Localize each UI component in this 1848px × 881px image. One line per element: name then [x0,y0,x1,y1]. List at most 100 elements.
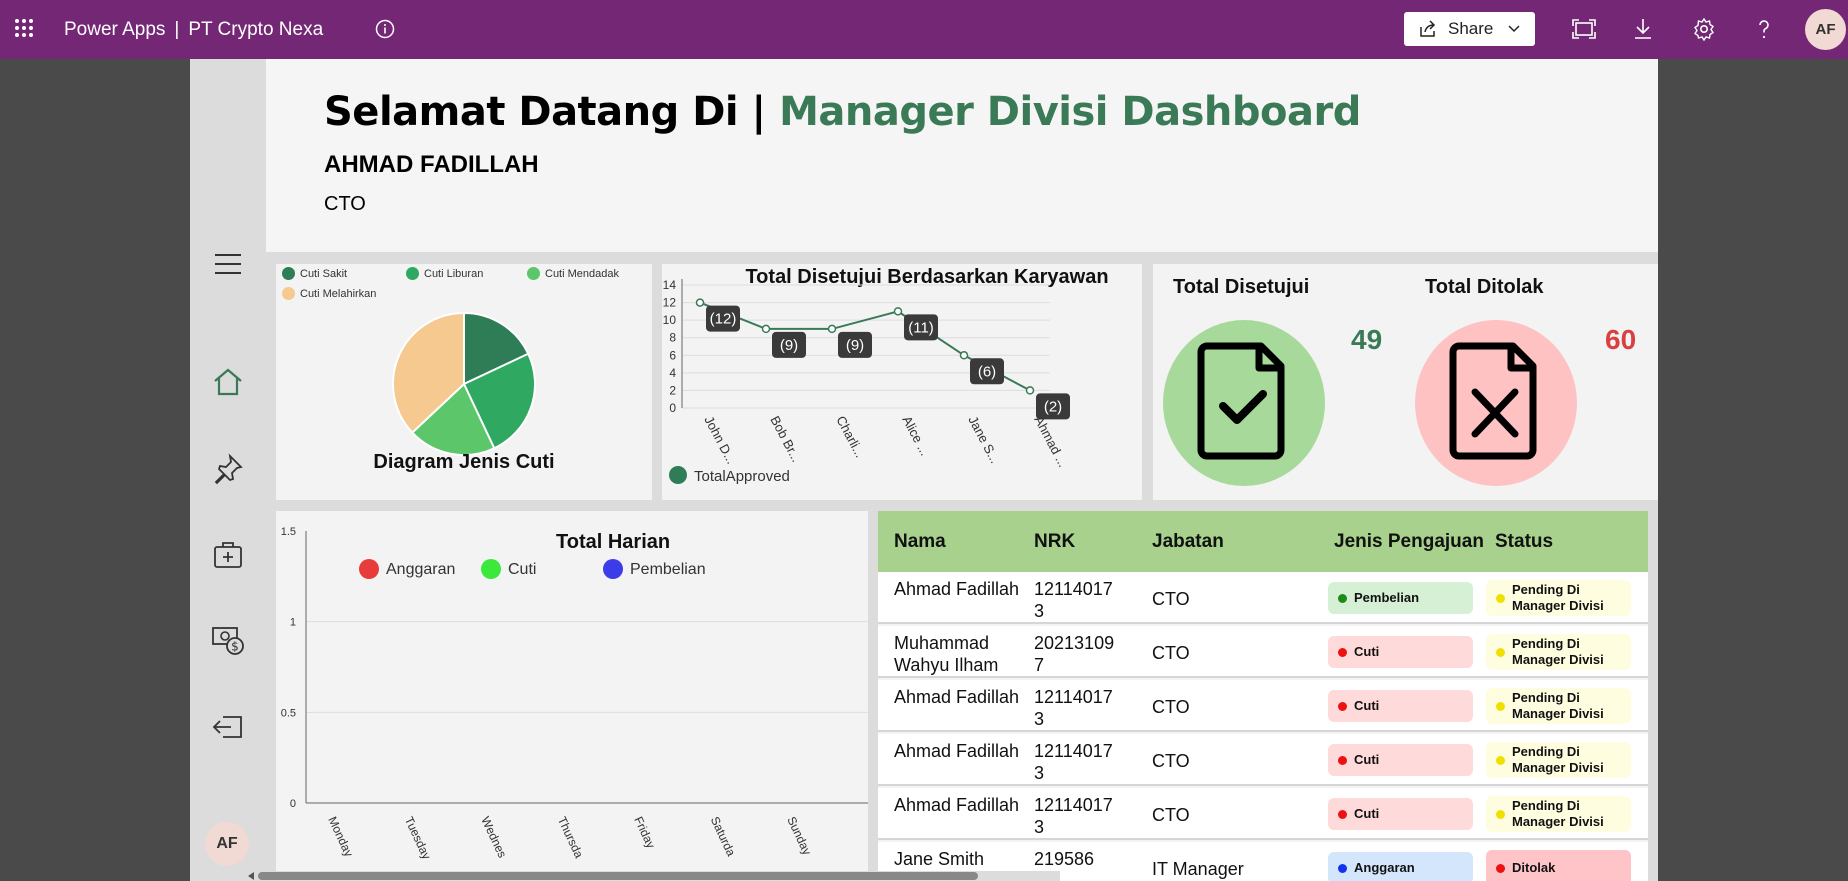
col-jenis: Jenis Pengajuan [1334,531,1484,552]
sidebar-avatar[interactable]: AF [205,822,249,866]
data-label: (6) [978,363,996,380]
app-name: Power Apps [64,19,166,40]
fit-screen-icon[interactable] [1572,17,1596,41]
badge-dot [1496,810,1505,819]
data-label: (11) [908,319,934,336]
legend-dot [603,559,623,579]
cell-nama: Ahmad Fadillah [894,795,1020,815]
menu-icon[interactable] [211,247,245,281]
status-badge: Pending Di Manager Divisi [1486,796,1631,832]
logout-icon[interactable] [211,710,245,744]
table-header: Nama NRK Jabatan Jenis Pengajuan Status [878,511,1648,572]
cell-nama: Jane Smith [894,849,985,869]
table-row[interactable]: Ahmad Fadillah 12114017 3 CTO Cuti Pending D… [878,680,1648,732]
pin-icon[interactable] [211,452,245,486]
y-tick-label: 0 [669,401,676,415]
cell-jabatan: CTO [1152,589,1190,609]
company-name: PT Crypto Nexa [188,19,324,40]
title-separator: | [174,19,180,40]
jenis-badge: Pembelian [1328,582,1473,614]
horizontal-scrollbar[interactable] [190,871,1060,881]
badge-dot [1338,864,1347,873]
rejected-total-label: Total Ditolak [1425,276,1544,298]
jenis-badge: Cuti [1328,636,1473,668]
pie-title: Diagram Jenis Cuti [373,451,555,473]
y-tick-label: 14 [663,278,677,292]
badge-dot [1338,810,1347,819]
table-row[interactable]: Ahmad Fadillah 12114017 3 CTO Pembelian Pend… [878,572,1648,624]
info-icon[interactable] [375,19,395,39]
badge-dot [1338,702,1347,711]
file-x-icon [1449,342,1537,460]
gear-icon[interactable] [1692,17,1716,41]
sidebar: $ AF [190,59,266,881]
table-row[interactable]: Ahmad Fadillah 12114017 3 CTO Cuti Pending D… [878,734,1648,786]
badge-label: Pending Di Manager Divisi [1512,582,1604,613]
y-tick-label: 8 [669,331,676,345]
legend-dot [481,559,501,579]
x-tick-label: Saturda [708,814,739,858]
jenis-badge: Cuti [1328,690,1473,722]
badge-label: Anggaran [1354,860,1415,875]
cell-nrk: 12114017 3 [1034,687,1113,729]
x-tick-label: Bob Br... [767,413,804,464]
badge-label: Cuti [1354,752,1380,767]
download-icon[interactable] [1631,17,1655,41]
cell-nama: Ahmad Fadillah [894,579,1020,599]
badge-label: Cuti [1354,806,1380,821]
x-tick-label: Sunday [784,814,814,857]
help-icon[interactable] [1752,17,1776,41]
cell-jabatan: CTO [1152,805,1190,825]
legend-dot [359,559,379,579]
app-topbar: Power Apps | PT Crypto Nexa Share AF [0,0,1848,59]
badge-label: Pending Di Manager Divisi [1512,798,1604,829]
badge-dot [1496,756,1505,765]
status-badge: Pending Di Manager Divisi [1486,634,1631,670]
jenis-badge: Cuti [1328,798,1473,830]
table-row[interactable]: Ahmad Fadillah 12114017 3 CTO Cuti Pending D… [878,788,1648,840]
badge-dot [1496,864,1505,873]
cell-nama: Muhammad Wahyu Ilham [894,633,999,675]
daily-chart: 0 0.5 1 1.5 Anggaran Cuti Pembelian Monday Tuesd… [281,526,868,862]
data-label: (9) [846,337,864,354]
x-tick-label: Thursda [555,814,586,860]
approved-circle [1163,320,1325,486]
approved-by-employee-card: Total Disetujui Berdasarkan Karyawan 024… [662,264,1142,500]
x-tick-label: Friday [631,814,658,850]
data-label: (2) [1044,398,1062,415]
totals-card: Total Disetujui Total Ditolak 49 60 [1153,264,1658,500]
approved-total-value: 49 [1351,324,1383,355]
legend-label: TotalApproved [694,468,790,485]
status-badge: Pending Di Manager Divisi [1486,580,1631,616]
cell-nrk: 12114017 3 [1034,579,1113,621]
y-tick-label: 10 [663,313,677,327]
badge-dot [1496,648,1505,657]
welcome-highlight: Manager Divisi Dashboard [779,89,1361,135]
jenis-badge: Cuti [1328,744,1473,776]
user-avatar[interactable]: AF [1805,9,1846,50]
data-point [695,298,705,307]
badge-dot [1496,702,1505,711]
cell-jabatan: CTO [1152,643,1190,663]
cell-nrk: 219586 [1034,849,1095,869]
data-label: (12) [710,311,737,328]
share-button[interactable]: Share [1404,12,1535,46]
x-tick-label: Tuesday [402,814,434,861]
data-point [761,324,771,334]
money-icon[interactable]: $ [211,622,245,656]
app-title: Power Apps | PT Crypto Nexa [64,19,323,41]
leave-type-pie-card: Cuti Sakit Cuti Liburan Cuti Mendadak Cu… [276,264,652,500]
x-tick-label: Wednes [478,814,509,860]
col-status: Status [1495,531,1554,552]
y-tick-label: 1 [290,617,296,629]
cell-nrk: 12114017 3 [1034,795,1113,837]
app-launcher-icon[interactable] [14,18,34,38]
cell-jabatan: CTO [1152,751,1190,771]
rejected-circle [1415,320,1577,486]
home-icon[interactable] [211,365,245,399]
legend-dot [669,466,687,484]
table-row[interactable]: Muhammad Wahyu Ilham 20213109 7 CTO Cuti Pen… [878,626,1648,678]
status-badge: Ditolak [1486,850,1631,881]
briefcase-add-icon[interactable] [211,538,245,572]
legend-label: Anggaran [386,561,455,578]
